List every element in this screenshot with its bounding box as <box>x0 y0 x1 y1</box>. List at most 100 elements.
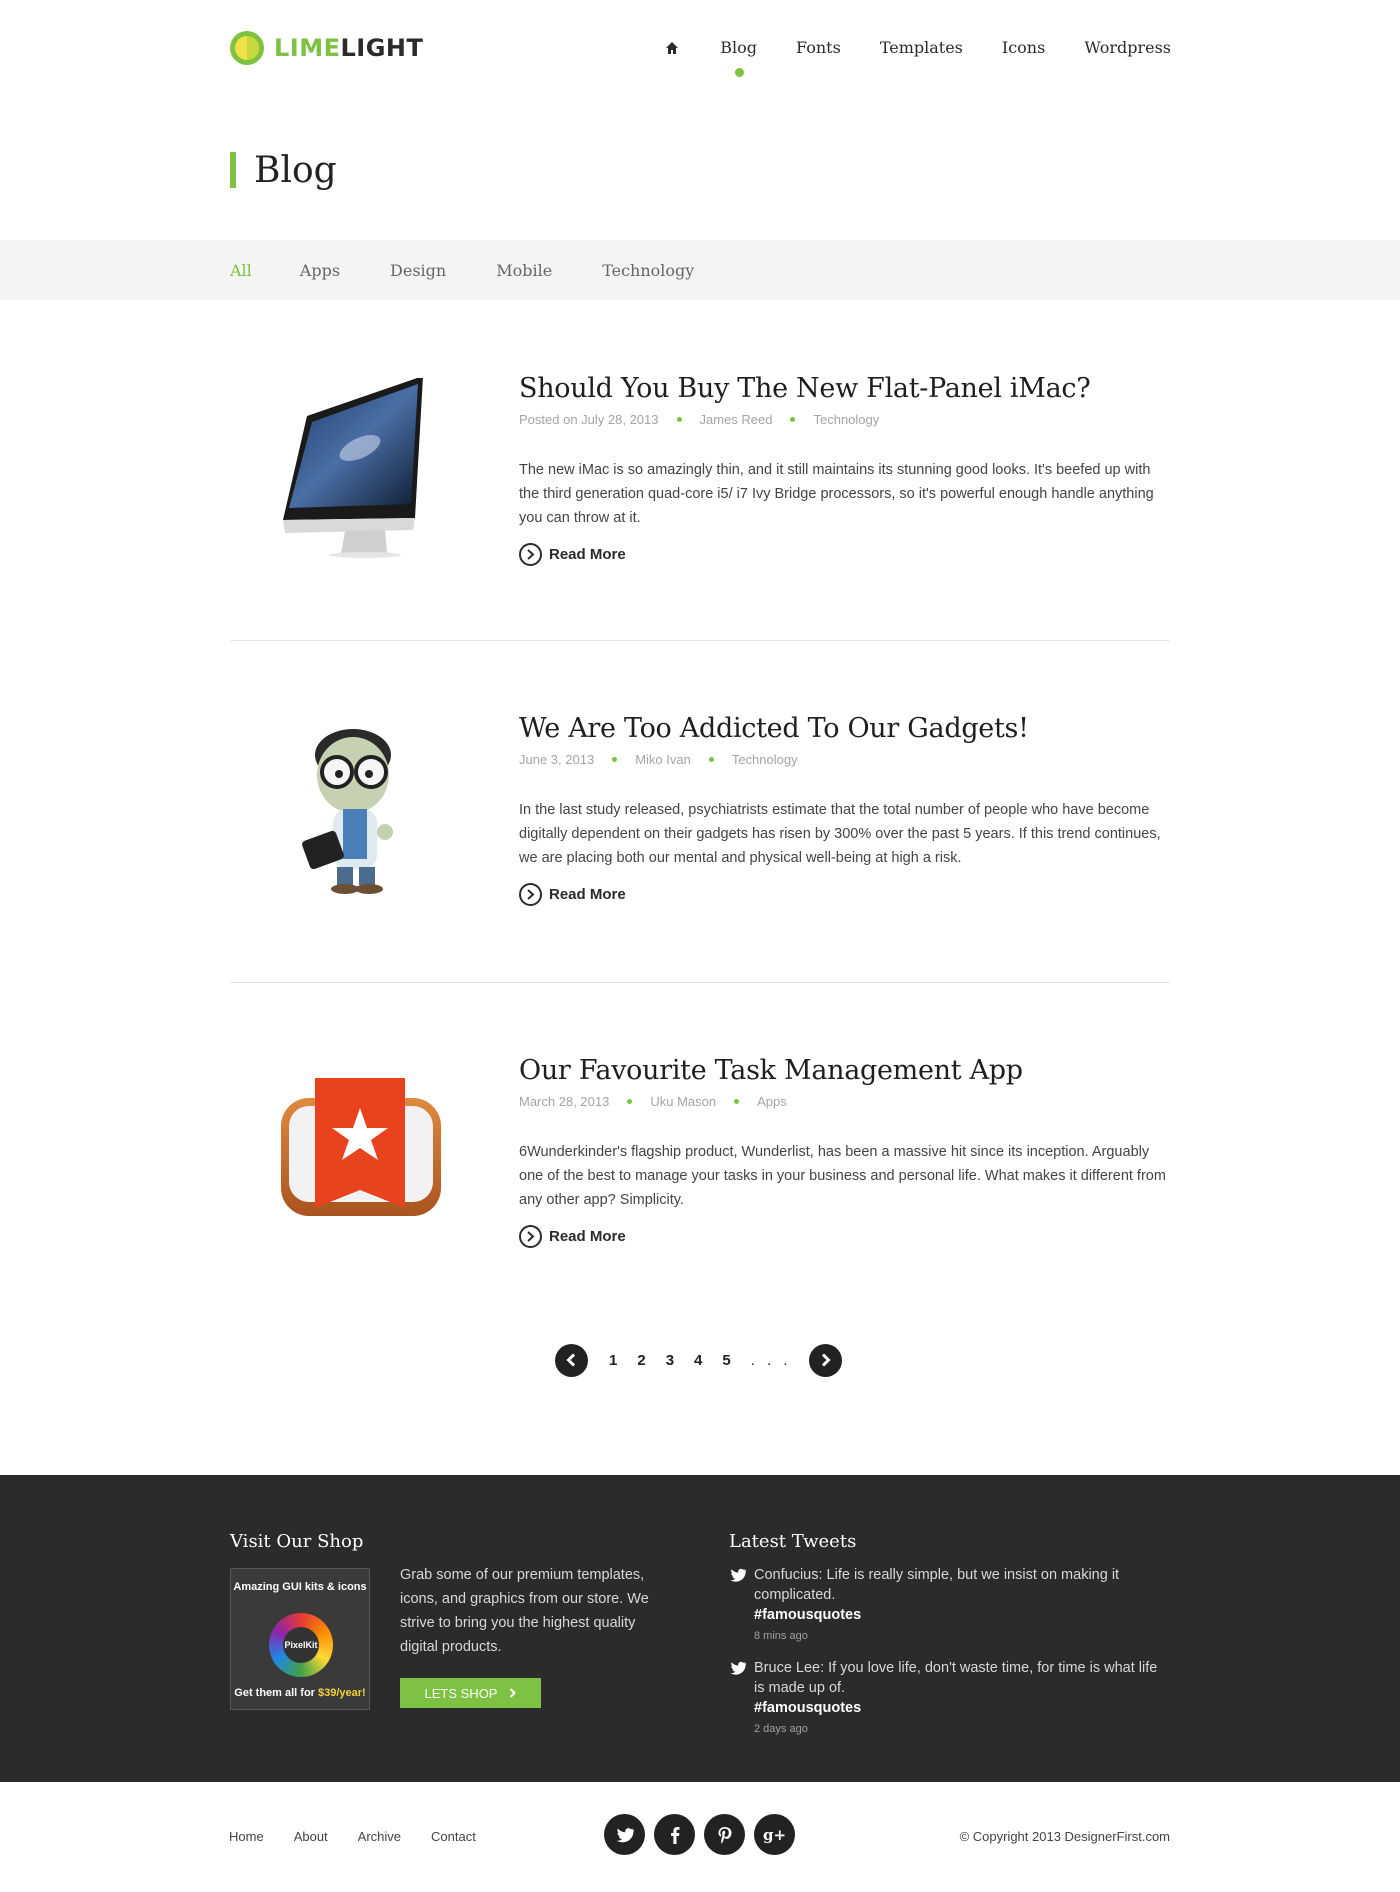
site-header: LIMELIGHT Blog Fonts Templates Icons Wor… <box>0 0 1400 100</box>
category-filter-bar: All Apps Design Mobile Technology <box>0 240 1400 300</box>
logo[interactable]: LIMELIGHT <box>230 31 423 65</box>
meta-separator <box>708 757 714 762</box>
post-title[interactable]: Our Favourite Task Management App <box>519 1055 1169 1086</box>
pinterest-icon[interactable] <box>704 1814 745 1855</box>
read-more-link[interactable]: Read More <box>519 543 1169 566</box>
pixelkit-logo-text: PixelKit <box>283 1627 319 1663</box>
tweet-text: Bruce Lee: If you love life, don't waste… <box>754 1658 1169 1718</box>
read-more-link[interactable]: Read More <box>519 1225 1169 1248</box>
page-title: Blog <box>230 149 337 191</box>
twitter-bird-icon <box>729 1661 747 1675</box>
chevron-right-circle-icon <box>519 883 542 906</box>
tweet-hashtag[interactable]: #famousquotes <box>754 1605 1169 1625</box>
twitter-icon[interactable] <box>604 1814 645 1855</box>
footer-nav: Home About Archive Contact <box>229 1829 506 1844</box>
nav-item-templates[interactable]: Templates <box>880 38 963 57</box>
post-category[interactable]: Technology <box>732 752 798 767</box>
page-ellipsis: . . . <box>750 1351 792 1369</box>
post-body: Our Favourite Task Management App March … <box>519 1055 1169 1248</box>
blog-post: Should You Buy The New Flat-Panel iMac? … <box>230 373 1170 573</box>
post-excerpt: 6Wunderkinder's flagship product, Wunder… <box>519 1144 1166 1208</box>
lets-shop-button[interactable]: LETS SHOP <box>400 1678 541 1708</box>
tweet-hashtag[interactable]: #famousquotes <box>754 1698 1169 1718</box>
shop-banner-price: $39/year! <box>318 1687 366 1699</box>
footer-link-contact[interactable]: Contact <box>431 1829 476 1844</box>
social-links: g+ <box>604 1814 804 1855</box>
pagination: 1 2 3 4 5 . . . <box>555 1343 842 1377</box>
wunderlist-app-icon-image[interactable] <box>275 1078 445 1258</box>
chevron-right-circle-icon <box>519 1225 542 1248</box>
nav-item-blog[interactable]: Blog <box>720 38 757 77</box>
tweet-time: 2 days ago <box>754 1723 808 1735</box>
nav-item-icons[interactable]: Icons <box>1002 38 1045 57</box>
post-meta: Posted on July 28, 2013 James Reed Techn… <box>519 412 1169 427</box>
read-more-label: Read More <box>549 546 626 563</box>
page-link[interactable]: 4 <box>694 1352 702 1369</box>
meta-separator <box>612 757 618 762</box>
chevron-right-circle-icon <box>519 543 542 566</box>
home-icon[interactable] <box>665 41 679 55</box>
post-date: March 28, 2013 <box>519 1094 610 1109</box>
logo-icon <box>230 31 264 65</box>
meta-separator <box>790 417 796 422</box>
footer-link-about[interactable]: About <box>294 1829 328 1844</box>
tweet-time: 8 mins ago <box>754 1630 808 1642</box>
filter-apps[interactable]: Apps <box>300 261 340 280</box>
meta-separator <box>676 417 682 422</box>
filter-all[interactable]: All <box>230 261 252 280</box>
chevron-right-icon <box>509 1686 517 1701</box>
footer-link-archive[interactable]: Archive <box>358 1829 401 1844</box>
post-body: We Are Too Addicted To Our Gadgets! June… <box>519 713 1169 906</box>
page-link[interactable]: 1 <box>609 1352 617 1369</box>
read-more-label: Read More <box>549 886 626 903</box>
gadget-character-image[interactable] <box>275 717 445 897</box>
post-title[interactable]: We Are Too Addicted To Our Gadgets! <box>519 713 1169 744</box>
nav-item-wordpress[interactable]: Wordpress <box>1084 38 1171 57</box>
filter-design[interactable]: Design <box>390 261 446 280</box>
shop-title: Visit Our Shop <box>230 1531 364 1552</box>
chevron-right-icon[interactable] <box>808 1343 842 1377</box>
copyright-text: © Copyright 2013 DesignerFirst.com <box>959 1829 1170 1844</box>
google-plus-icon[interactable]: g+ <box>754 1814 795 1855</box>
post-author[interactable]: James Reed <box>700 412 773 427</box>
twitter-bird-icon <box>729 1568 747 1582</box>
main-nav: Blog Fonts Templates Icons Wordpress <box>665 38 1171 77</box>
meta-separator <box>734 1099 740 1104</box>
post-divider <box>230 640 1170 641</box>
filter-technology[interactable]: Technology <box>602 261 694 280</box>
post-date: June 3, 2013 <box>519 752 595 767</box>
post-author[interactable]: Uku Mason <box>650 1094 716 1109</box>
meta-separator <box>627 1099 633 1104</box>
chevron-left-icon[interactable] <box>555 1343 588 1377</box>
post-author[interactable]: Miko Ivan <box>635 752 691 767</box>
title-accent-bar <box>230 152 236 188</box>
post-excerpt: In the last study released, psychiatrist… <box>519 802 1161 866</box>
post-category[interactable]: Apps <box>757 1094 787 1109</box>
page-link[interactable]: 2 <box>637 1352 645 1369</box>
post-body: Should You Buy The New Flat-Panel iMac? … <box>519 373 1169 566</box>
post-date: Posted on July 28, 2013 <box>519 412 659 427</box>
facebook-icon[interactable] <box>654 1814 695 1855</box>
tweet-text: Confucius: Life is really simple, but we… <box>754 1565 1169 1625</box>
shop-banner[interactable]: Amazing GUI kits & icons PixelKit Get th… <box>230 1568 370 1710</box>
read-more-link[interactable]: Read More <box>519 883 1169 906</box>
footer-bottom: Home About Archive Contact g+ © Copyrigh… <box>0 1782 1400 1892</box>
blog-post: We Are Too Addicted To Our Gadgets! June… <box>230 713 1170 913</box>
page-title-text: Blog <box>254 149 337 191</box>
post-excerpt: The new iMac is so amazingly thin, and i… <box>519 462 1154 526</box>
shop-banner-headline: Amazing GUI kits & icons <box>233 1581 367 1593</box>
read-more-label: Read More <box>549 1228 626 1245</box>
tweet-item: Confucius: Life is really simple, but we… <box>729 1565 1169 1642</box>
tweet-item: Bruce Lee: If you love life, don't waste… <box>729 1658 1169 1735</box>
blog-post: Our Favourite Task Management App March … <box>230 1055 1170 1255</box>
page-link[interactable]: 3 <box>666 1352 674 1369</box>
imac-image[interactable] <box>275 376 445 558</box>
post-category[interactable]: Technology <box>813 412 879 427</box>
nav-item-fonts[interactable]: Fonts <box>796 38 841 57</box>
post-meta: June 3, 2013 Miko Ivan Technology <box>519 752 1169 767</box>
footer-widgets: Visit Our Shop Amazing GUI kits & icons … <box>0 1475 1400 1782</box>
post-title[interactable]: Should You Buy The New Flat-Panel iMac? <box>519 373 1169 404</box>
filter-mobile[interactable]: Mobile <box>496 261 552 280</box>
footer-link-home[interactable]: Home <box>229 1829 264 1844</box>
page-link[interactable]: 5 <box>722 1352 730 1369</box>
